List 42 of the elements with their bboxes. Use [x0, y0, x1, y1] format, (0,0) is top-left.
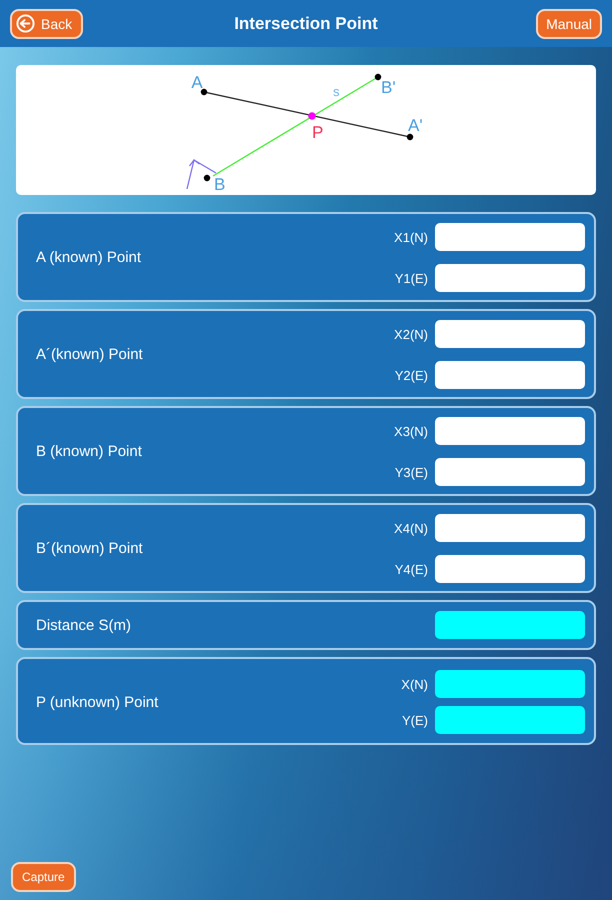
intersection-point	[308, 112, 316, 120]
point-dot	[204, 174, 210, 182]
distance-label: s	[333, 84, 340, 99]
field-label: X4(N)	[394, 520, 428, 536]
panel-title: P (unknown) Point	[36, 694, 158, 710]
point-dot	[200, 88, 208, 96]
panel-title: B (known) Point	[36, 443, 142, 460]
result-field[interactable]	[435, 706, 585, 734]
field-label: Y2(E)	[394, 368, 428, 382]
field-label: X(N)	[401, 676, 428, 692]
field-label: X3(N)	[394, 424, 428, 438]
back-button[interactable]: Back	[10, 8, 84, 38]
input-field[interactable]	[435, 514, 585, 542]
panel-title: B´(known) Point	[36, 540, 143, 557]
point-label: A'	[408, 116, 423, 135]
field-label: X1(N)	[394, 230, 428, 244]
screen-title: Intersection Point	[234, 14, 378, 34]
input-field[interactable]	[435, 361, 585, 389]
field-label: Y4(E)	[394, 562, 428, 576]
input-field[interactable]	[435, 223, 585, 251]
point-label: A	[191, 73, 203, 92]
capture-button[interactable]: Capture	[11, 862, 76, 892]
input-field[interactable]	[435, 417, 585, 445]
point-label: B'	[381, 78, 396, 97]
manual-button[interactable]: Manual	[536, 8, 602, 38]
point-label: P	[312, 123, 324, 142]
point-dot	[406, 134, 414, 140]
input-field[interactable]	[435, 555, 585, 583]
panel-title: Distance S(m)	[36, 616, 132, 634]
point-dot	[374, 74, 382, 80]
field-label: Y(E)	[402, 712, 428, 728]
input-field[interactable]	[435, 320, 585, 348]
input-field[interactable]	[435, 458, 585, 486]
input-field[interactable]	[435, 264, 585, 292]
field-label: Y1(E)	[394, 270, 428, 286]
point-label: B	[214, 175, 226, 194]
field-label: X2(N)	[394, 326, 428, 342]
field-label: Y3(E)	[394, 464, 428, 480]
result-field[interactable]	[435, 670, 585, 698]
result-field[interactable]	[435, 611, 585, 639]
panel-title: A (known) Point	[36, 249, 142, 266]
panel-title: A´(known) Point	[36, 346, 143, 363]
